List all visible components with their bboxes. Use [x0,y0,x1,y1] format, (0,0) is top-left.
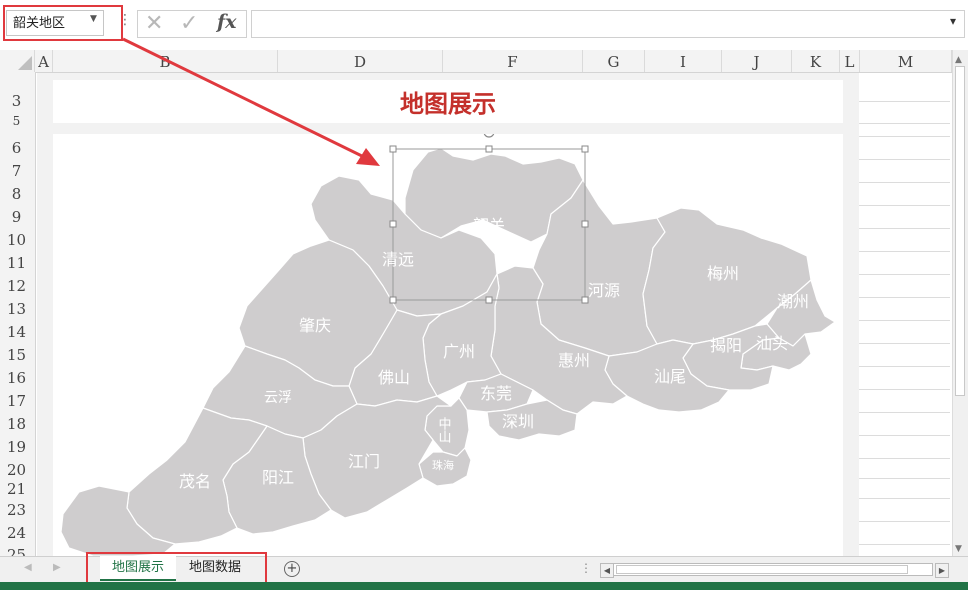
sheet-tabs-highlight [86,552,267,584]
tab-scroll-right-icon[interactable]: ▶ [53,562,61,573]
scroll-up-icon[interactable]: ▲ [955,55,962,65]
hscroll-left-icon[interactable]: ◀ [600,563,614,578]
tab-scroll-left-icon[interactable]: ◀ [24,562,32,573]
tab-splitter-handle[interactable]: ⋮ [580,561,592,575]
annotation-arrow [122,37,380,166]
horizontal-scroll-thumb[interactable] [616,565,908,574]
hscroll-right-icon[interactable]: ▶ [935,563,949,578]
status-bar [0,582,968,590]
vertical-scroll-thumb[interactable] [955,66,965,396]
scroll-down-icon[interactable]: ▼ [955,544,962,554]
plus-circle-icon[interactable]: + [284,561,300,577]
